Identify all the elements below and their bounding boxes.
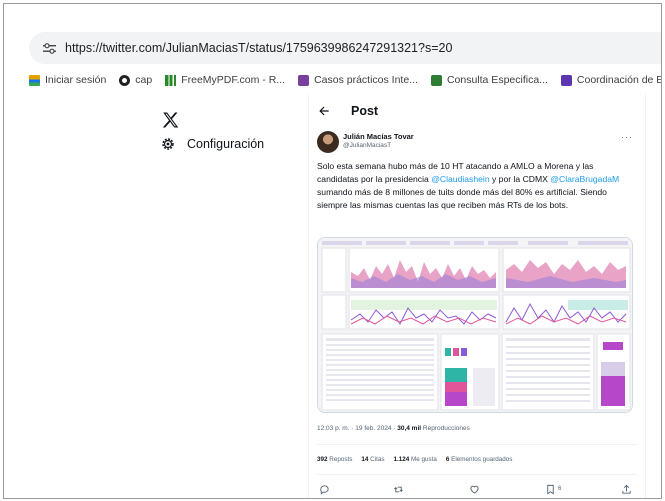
casos-icon <box>298 74 310 86</box>
post-column: Post Julián Macías Tovar @JulianMaciasT … <box>308 94 646 498</box>
likes-stat[interactable]: 1.124 Me gusta <box>394 456 437 463</box>
repost-button[interactable] <box>393 482 404 496</box>
mention-link[interactable]: @Claudiashein <box>431 174 489 184</box>
divider <box>317 444 637 445</box>
back-arrow-icon[interactable] <box>317 104 331 118</box>
quotes-stat[interactable]: 14 Citas <box>361 456 384 463</box>
bookmark-coordinacion[interactable]: Coordinación de E <box>560 74 662 86</box>
bookmark-casos-practicos[interactable]: Casos prácticos Inte... <box>298 74 418 86</box>
post-timestamp[interactable]: 12:03 p. m. · 19 feb. 2024 · <box>317 425 397 432</box>
bookmark-label: Coordinación de E <box>576 74 662 86</box>
site-settings-icon[interactable] <box>41 40 57 56</box>
reposts-label: Reposts <box>327 456 353 463</box>
reposts-stat[interactable]: 392 Reposts <box>317 456 352 463</box>
bookmarks-bar: Iniciar sesión cap FreeMyPDF.com - R... … <box>29 70 662 90</box>
likes-count: 1.124 <box>393 456 410 463</box>
bookmark-button[interactable]: 6 <box>545 482 561 496</box>
reply-icon <box>320 484 329 495</box>
divider <box>317 474 637 475</box>
post-views-label: Reproducciones <box>421 425 470 432</box>
reply-button[interactable] <box>319 482 330 496</box>
tweet-text-part: y por la CDMX <box>489 174 551 184</box>
share-icon <box>622 484 631 494</box>
pdf-icon <box>165 74 177 86</box>
bookmark-button-count: 6 <box>558 486 562 492</box>
repost-icon <box>394 486 403 492</box>
bookmark-label: Iniciar sesión <box>45 74 107 86</box>
quotes-label: Citas <box>368 456 385 463</box>
nav-settings-label: Configuración <box>187 137 265 151</box>
more-options-icon[interactable]: ··· <box>621 132 633 142</box>
heart-icon <box>470 485 479 494</box>
cap-icon <box>119 74 131 86</box>
bookmarks-stat[interactable]: 6 Elementos guardados <box>446 456 513 463</box>
login-icon <box>29 74 40 86</box>
post-header-title: Post <box>351 104 379 118</box>
browser-window: https://twitter.com/JulianMaciasT/status… <box>3 3 662 499</box>
bookmark-icon <box>547 484 554 494</box>
x-logo-icon[interactable] <box>161 111 181 131</box>
share-button[interactable] <box>621 482 632 496</box>
nav-item-settings[interactable]: Configuración <box>161 137 264 151</box>
post-actions: 6 <box>317 482 635 496</box>
post-views-count: 30,4 mil <box>397 425 422 432</box>
bookmark-cap[interactable]: cap <box>119 74 152 86</box>
avatar[interactable] <box>317 131 339 153</box>
bookmark-iniciar-sesion[interactable]: Iniciar sesión <box>29 74 106 86</box>
tweet-text: Solo esta semana hubo más de 10 HT ataca… <box>317 160 635 212</box>
post-meta: 12:03 p. m. · 19 feb. 2024 · 30,4 mil Re… <box>317 425 470 432</box>
bookmark-label: Casos prácticos Inte... <box>314 74 418 86</box>
like-button[interactable] <box>469 482 480 496</box>
post-stats: 392 Reposts 14 Citas 1.124 Me gusta 6 El… <box>317 456 512 463</box>
author-name[interactable]: Julián Macías Tovar <box>343 132 414 141</box>
address-bar[interactable]: https://twitter.com/JulianMaciasT/status… <box>29 32 661 64</box>
bookmark-label: FreeMyPDF.com - R... <box>181 74 286 86</box>
bookmark-freemypdf[interactable]: FreeMyPDF.com - R... <box>165 74 285 86</box>
tweet-text-part: sumando más de 8 millones de tuits donde… <box>317 187 607 210</box>
bookmarks-label: Elementos guardados <box>449 456 513 463</box>
url-text[interactable]: https://twitter.com/JulianMaciasT/status… <box>65 41 452 55</box>
reposts-count: 392 <box>317 456 328 463</box>
likes-label: Me gusta <box>409 456 437 463</box>
author-handle[interactable]: @JulianMaciasT <box>343 142 391 149</box>
mention-link[interactable]: @ClaraBrugadaM <box>550 174 619 184</box>
bookmark-label: cap <box>135 74 153 86</box>
tweet-image[interactable] <box>317 237 633 413</box>
bookmark-label: Consulta Especifica... <box>446 74 548 86</box>
dashboard-screenshot <box>318 238 632 412</box>
coordinacion-icon <box>560 74 572 86</box>
gear-icon <box>162 138 174 150</box>
bookmark-consulta-especifica[interactable]: Consulta Especifica... <box>430 74 548 86</box>
post-header: Post <box>317 104 378 118</box>
consulta-icon <box>430 74 442 86</box>
